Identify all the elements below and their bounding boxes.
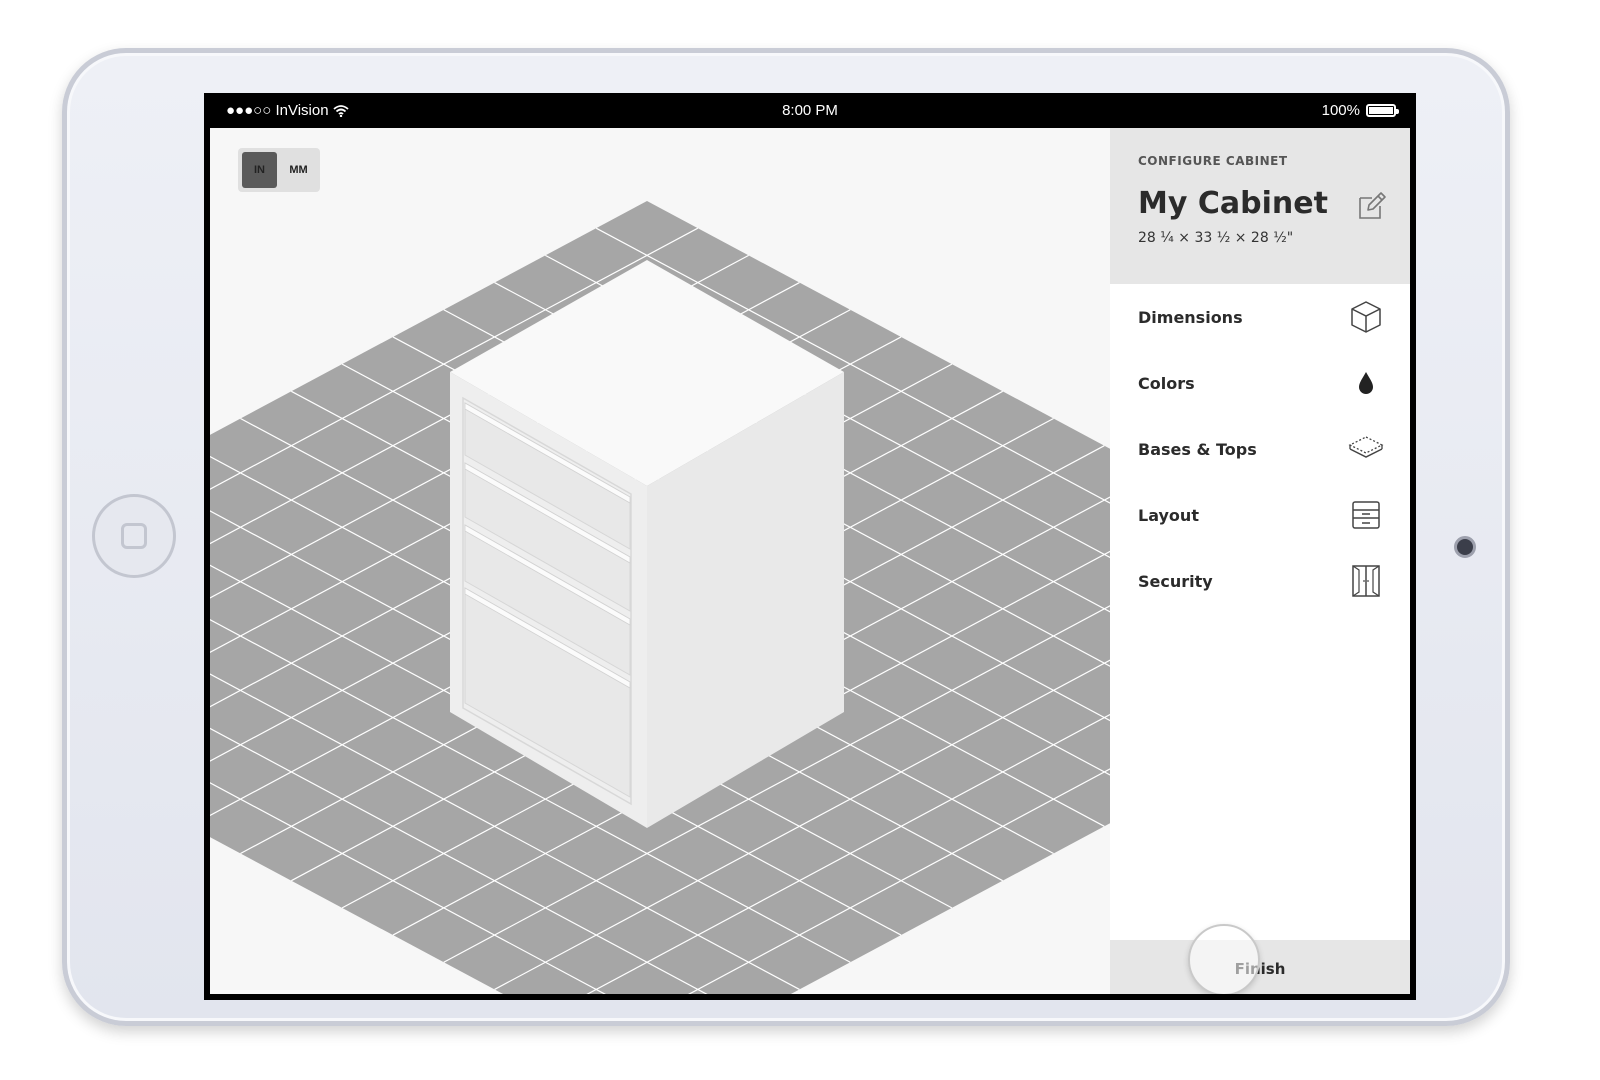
- battery-percent: 100%: [1321, 102, 1360, 119]
- isometric-scene[interactable]: [210, 128, 1110, 994]
- drawer-icon: [1352, 501, 1380, 529]
- config-menu: Dimensions Colors Bases & Tops Layout Se…: [1110, 284, 1410, 614]
- clock: 8:00 PM: [782, 102, 838, 119]
- home-button-square-icon: [121, 523, 147, 549]
- panel-kicker: CONFIGURE CABINET: [1138, 154, 1288, 168]
- finish-button[interactable]: Finish: [1235, 960, 1286, 978]
- unit-option-mm[interactable]: MM: [281, 152, 316, 188]
- cube-icon: [1351, 301, 1381, 333]
- battery-icon: [1366, 104, 1399, 117]
- menu-item-bases-tops[interactable]: Bases & Tops: [1110, 416, 1410, 482]
- panel-header: CONFIGURE CABINET My Cabinet 28 ¼ × 33 ½…: [1110, 128, 1410, 284]
- cabinet-dimensions: 28 ¼ × 33 ½ × 28 ½": [1138, 230, 1294, 246]
- home-button[interactable]: [92, 494, 176, 578]
- edit-icon[interactable]: [1356, 190, 1388, 222]
- layers-icon: [1348, 436, 1384, 458]
- menu-item-label: Colors: [1138, 373, 1195, 393]
- cabinet-name: My Cabinet: [1138, 186, 1328, 221]
- drop-icon: [1359, 372, 1373, 394]
- battery-fill: [1369, 107, 1393, 114]
- menu-item-colors[interactable]: Colors: [1110, 350, 1410, 416]
- touch-indicator: [1188, 924, 1260, 994]
- menu-item-layout[interactable]: Layout: [1110, 482, 1410, 548]
- unit-toggle[interactable]: IN MM: [238, 148, 320, 192]
- screen: ●●●○○ InVision 8:00 PM 100% IN MM CONFIG…: [204, 93, 1416, 1000]
- menu-item-label: Bases & Tops: [1138, 439, 1257, 459]
- menu-item-label: Dimensions: [1138, 307, 1243, 327]
- status-right: 100%: [1321, 102, 1399, 119]
- finish-bar: Finish: [1110, 924, 1410, 994]
- door-icon: [1352, 565, 1380, 597]
- app-view: IN MM CONFIGURE CABINET My Cabinet 28 ¼ …: [210, 128, 1410, 994]
- menu-item-dimensions[interactable]: Dimensions: [1110, 284, 1410, 350]
- menu-item-security[interactable]: Security: [1110, 548, 1410, 614]
- menu-item-label: Layout: [1138, 505, 1199, 525]
- camera-lens: [1454, 536, 1476, 558]
- configure-panel: CONFIGURE CABINET My Cabinet 28 ¼ × 33 ½…: [1110, 128, 1410, 994]
- unit-option-in[interactable]: IN: [242, 152, 277, 188]
- status-bar: ●●●○○ InVision 8:00 PM 100%: [210, 93, 1410, 128]
- cabinet-3d-viewport[interactable]: IN MM: [210, 128, 1110, 994]
- menu-item-label: Security: [1138, 571, 1213, 591]
